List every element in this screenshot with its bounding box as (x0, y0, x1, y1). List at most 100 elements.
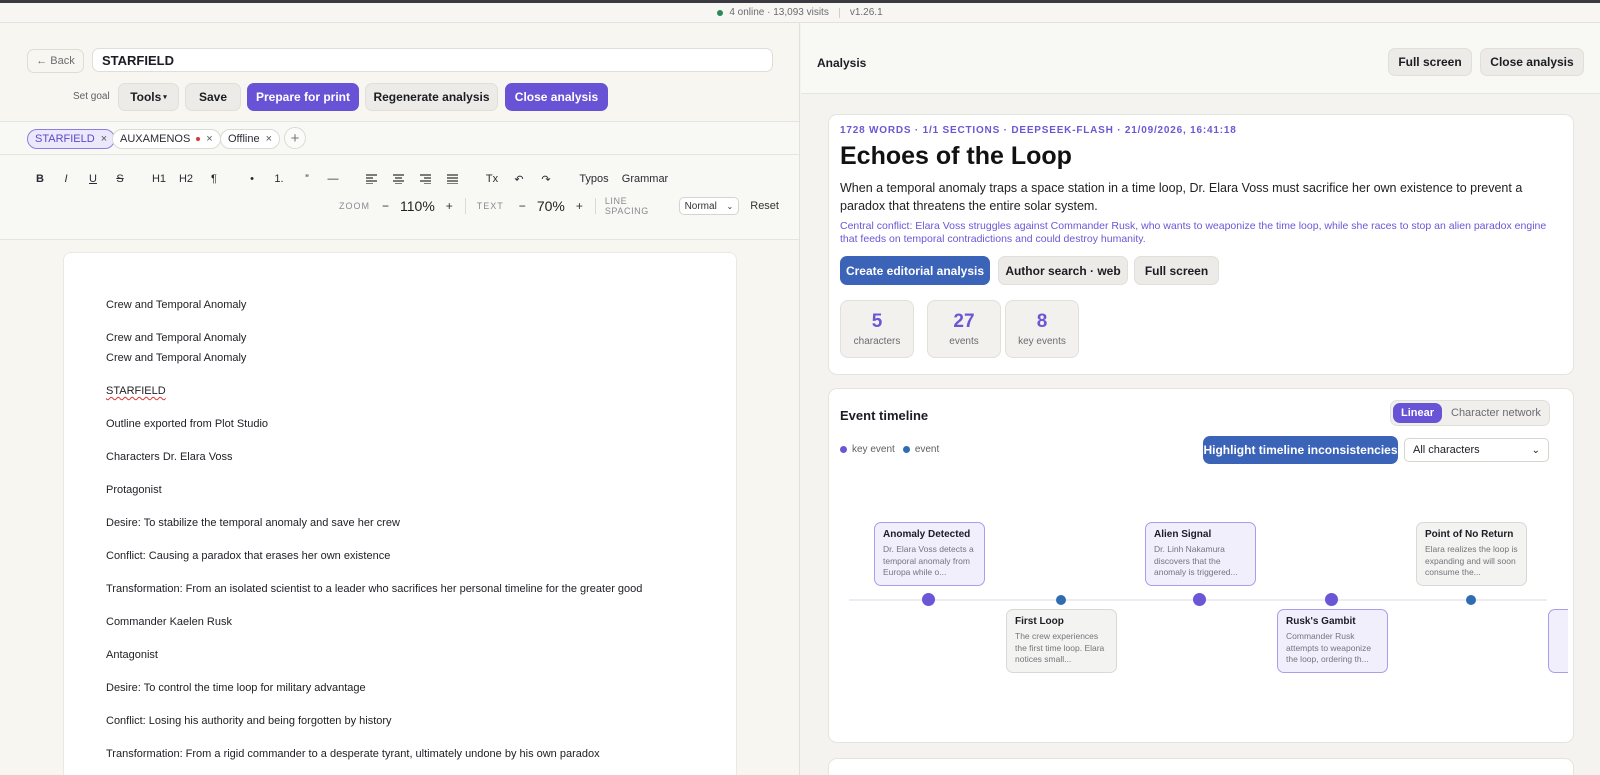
view-controls: ZOOM − 110% + TEXT − 70% + LINE SPACING … (339, 196, 779, 216)
reset-button[interactable]: Reset (750, 200, 779, 212)
doc-line: Antagonist (106, 649, 158, 661)
tools-menu-button[interactable]: Tools ▾ (118, 83, 179, 111)
character-filter-select[interactable]: All characters ⌄ (1404, 438, 1549, 462)
tag-starfield[interactable]: STARFIELD × (27, 129, 116, 149)
zoom-label: ZOOM (339, 201, 370, 211)
doc-line: Protagonist (106, 484, 162, 496)
set-goal-link[interactable]: Set goal (73, 91, 110, 102)
align-right-icon (419, 174, 431, 184)
line-spacing-select[interactable]: Normal ⌄ (678, 197, 740, 215)
bold-button[interactable]: B (33, 171, 47, 187)
clear-format-button[interactable]: Tx (484, 171, 500, 187)
story-summary: When a temporal anomaly traps a space st… (840, 181, 1523, 213)
prepare-for-print-button[interactable]: Prepare for print (247, 83, 359, 111)
save-button[interactable]: Save (185, 83, 241, 111)
doc-line: Crew and Temporal Anomaly (106, 352, 247, 364)
numbered-list-button[interactable]: 1. (272, 171, 286, 187)
heading1-button[interactable]: H1 (150, 171, 168, 187)
highlight-inconsistencies-button[interactable]: Highlight timeline inconsistencies (1203, 436, 1398, 464)
typos-button[interactable]: Typos (578, 171, 610, 187)
bullet-list-button[interactable]: • (245, 171, 259, 187)
timeline-event[interactable]: Point of No Return Elara realizes the loo… (1416, 522, 1527, 586)
doc-line: Crew and Temporal Anomaly (106, 332, 247, 344)
horizontal-rule-button[interactable]: — (326, 171, 340, 187)
regenerate-analysis-button[interactable]: Regenerate analysis (365, 83, 498, 111)
blockquote-button[interactable]: ” (300, 171, 314, 187)
back-button[interactable]: ← Back (27, 49, 84, 73)
next-card (828, 758, 1574, 775)
align-center-icon (392, 174, 404, 184)
underline-button[interactable]: U (86, 171, 100, 187)
doc-line: Desire: To stabilize the temporal anomal… (106, 517, 400, 529)
author-search-button[interactable]: Author search · web (998, 256, 1128, 285)
timeline-event[interactable]: Anomaly Detected Dr. Elara Voss detects a… (874, 522, 985, 586)
add-tag-button[interactable]: + (284, 127, 306, 149)
italic-button[interactable]: I (59, 171, 73, 187)
create-editorial-analysis-button[interactable]: Create editorial analysis (840, 256, 990, 285)
justify-button[interactable] (445, 171, 459, 187)
key-event-node[interactable] (1325, 593, 1338, 606)
text-size-value: 70% (536, 198, 565, 214)
strikethrough-button[interactable]: S (113, 171, 127, 187)
stat-events: 27 events (927, 300, 1001, 358)
fullscreen-button[interactable]: Full screen (1388, 48, 1472, 76)
tag-offline[interactable]: Offline × (220, 129, 281, 149)
key-event-legend-icon (840, 446, 847, 453)
redo-button[interactable]: ↷ (539, 171, 553, 187)
remove-tag-icon[interactable]: × (206, 133, 212, 145)
story-title: Echoes of the Loop (840, 142, 1072, 170)
timeline-event[interactable]: Rusk's Gambit Commander Rusk attempts to … (1277, 609, 1388, 673)
event-legend-icon (902, 446, 910, 453)
remove-tag-icon[interactable]: × (266, 133, 272, 145)
justify-icon (446, 174, 458, 184)
line-spacing-label: LINE SPACING (604, 196, 649, 216)
align-center-button[interactable] (391, 171, 405, 187)
tab-character-network[interactable]: Character network (1451, 407, 1541, 419)
summary-fullscreen-button[interactable]: Full screen (1134, 256, 1219, 285)
text-larger-button[interactable]: + (576, 199, 583, 213)
timeline-event[interactable]: Alien Signal Dr. Linh Nakamura discovers … (1145, 522, 1256, 586)
align-right-button[interactable] (418, 171, 432, 187)
close-analysis-button[interactable]: Close analysis (505, 83, 608, 111)
summary-card: 1728 WORDS · 1/1 SECTIONS · DEEPSEEK-FLA… (828, 114, 1574, 375)
heading2-button[interactable]: H2 (177, 171, 195, 187)
event-node[interactable] (1466, 595, 1476, 605)
document-page[interactable]: Crew and Temporal Anomaly Crew and Tempo… (63, 252, 737, 775)
paragraph-button[interactable]: ¶ (207, 171, 221, 187)
unsaved-dot-icon (196, 137, 201, 141)
grammar-button[interactable]: Grammar (622, 171, 668, 187)
timeline-event[interactable]: First Loop The crew experiences the first… (1006, 609, 1117, 673)
align-left-button[interactable] (364, 171, 378, 187)
doc-line: STARFIELD (106, 385, 166, 397)
timeline-title: Event timeline (840, 408, 929, 423)
tag-auxamenos[interactable]: AUXAMENOS × (112, 129, 221, 149)
key-event-node[interactable] (1193, 593, 1206, 606)
text-smaller-button[interactable]: − (519, 199, 526, 213)
doc-line: Crew and Temporal Anomaly (106, 299, 247, 311)
analysis-meta: 1728 WORDS · 1/1 SECTIONS · DEEPSEEK-FLA… (840, 125, 1237, 136)
zoom-in-button[interactable]: + (446, 199, 453, 213)
timeline-legend: key event event (840, 444, 939, 455)
remove-tag-icon[interactable]: × (101, 133, 107, 145)
doc-line: Outline exported from Plot Studio (106, 418, 269, 430)
document-title-input[interactable]: STARFIELD (92, 48, 773, 72)
analysis-header: Analysis Full screen Close analysis (801, 23, 1600, 94)
event-node[interactable] (1056, 595, 1066, 605)
zoom-out-button[interactable]: − (382, 199, 389, 213)
timeline-event-partial[interactable] (1548, 609, 1568, 673)
stat-key-events: 8 key events (1005, 300, 1079, 358)
undo-button[interactable]: ↶ (512, 171, 526, 187)
key-event-node[interactable] (922, 593, 935, 606)
close-analysis-button[interactable]: Close analysis (1480, 48, 1584, 76)
align-left-icon (365, 174, 377, 184)
timeline-card: Event timeline Linear Character network … (828, 388, 1574, 743)
formatting-toolbar: B I U S H1 H2 ¶ • 1. ” — Tx ↶ ↷ Typos Gr… (0, 155, 799, 240)
stat-characters: 5 characters (840, 300, 914, 358)
doc-line: Conflict: Causing a paradox that erases … (106, 550, 391, 562)
status-bar: 4 online · 13,093 visits v1.26.1 (0, 3, 1600, 23)
doc-line: Transformation: From a rigid commander t… (106, 748, 600, 760)
view-toggle: Linear Character network (1390, 400, 1550, 426)
caret-down-icon: ▾ (163, 94, 167, 101)
doc-line: Commander Kaelen Rusk (106, 616, 232, 628)
tab-linear[interactable]: Linear (1393, 403, 1442, 423)
